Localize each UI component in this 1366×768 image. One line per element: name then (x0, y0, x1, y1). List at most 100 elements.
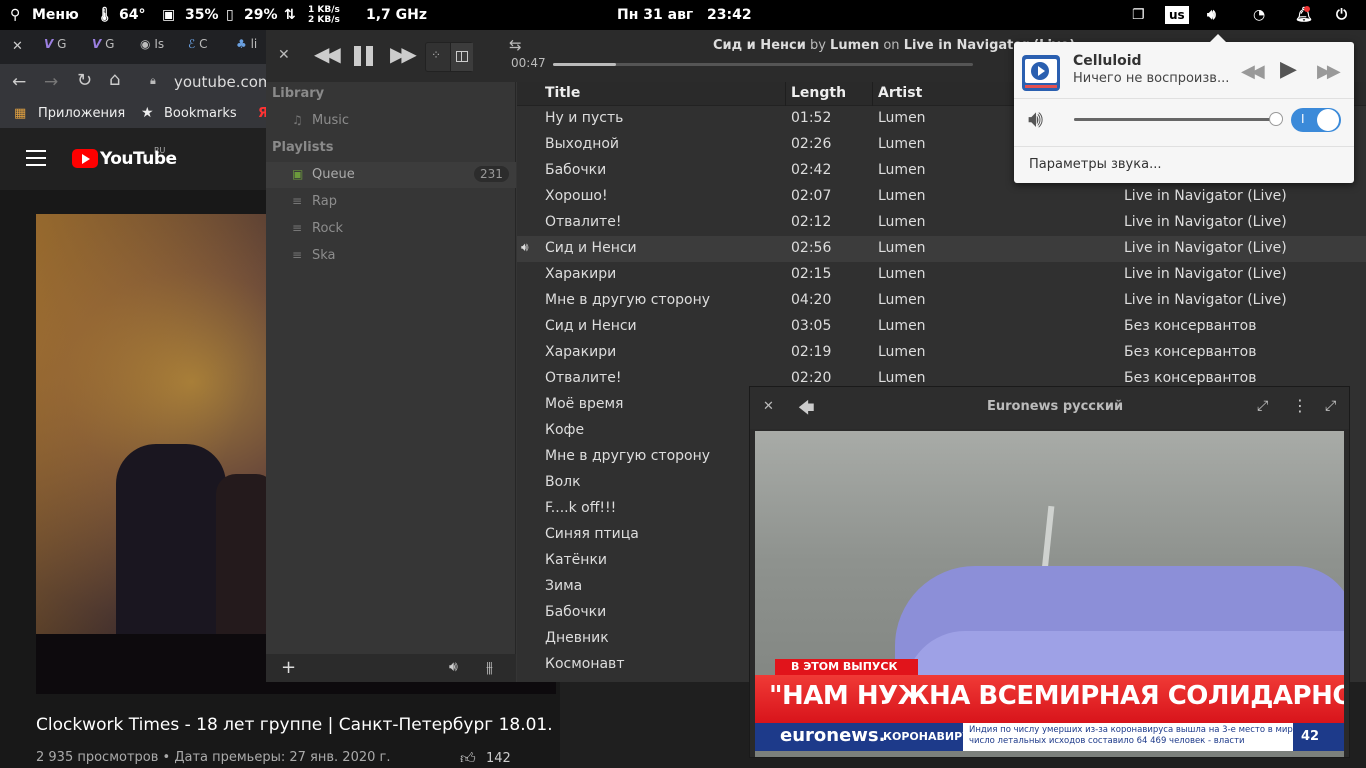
euronews-pip-window: ✕ 🡄 Euronews русский ⤢ ⋮ ⤢ В ЭТОМ ВЫПУСК… (749, 386, 1350, 758)
track-album: Без консервантов (1124, 318, 1257, 334)
grid-view-icon[interactable]: ⁘ (431, 48, 441, 62)
tab-2[interactable]: V G (92, 37, 114, 59)
pip-fullscreen-icon[interactable]: ⤢ (1325, 398, 1336, 414)
pip-menu-icon[interactable]: ⋮ (1292, 396, 1308, 415)
track-row[interactable]: Мне в другую сторону 04:20 Lumen Live in Na… (517, 288, 1366, 314)
sidebar-item-rap[interactable]: ≡ Rap (266, 189, 516, 215)
volume-icon[interactable]: 🔊︎ (449, 659, 458, 675)
battery-readout: 29% (244, 7, 278, 23)
sidebar-item-ska[interactable]: ≡ Ska (266, 243, 516, 269)
search-icon[interactable]: ⚲ (10, 0, 20, 30)
bookmark-apps[interactable]: Приложения (38, 106, 125, 121)
celluloid-play-icon[interactable]: ▶ (1280, 57, 1297, 82)
sidebar-item-queue[interactable]: ▣ Queue 231 (266, 162, 516, 188)
tab-4[interactable]: ℰ C (188, 37, 207, 59)
queue-icon: ▣ (292, 167, 304, 181)
track-album: Без консервантов (1124, 370, 1257, 386)
playlists-heading: Playlists (272, 140, 334, 155)
sound-toggle[interactable]: I (1291, 108, 1341, 132)
menu-button[interactable]: Меню (32, 0, 79, 30)
volume-slider[interactable] (1074, 112, 1283, 126)
volume-icon[interactable]: 🔊︎ (1207, 0, 1216, 30)
url-field[interactable]: youtube.com (174, 73, 273, 91)
list-view-icon[interactable] (450, 43, 473, 71)
tab-3[interactable]: ◉ Is (140, 37, 164, 59)
column-length[interactable]: Length (791, 85, 846, 101)
network-arrows-icon: ⇅ (284, 7, 296, 23)
track-title: Сид и Ненси (545, 318, 637, 334)
notification-dot (1304, 6, 1310, 12)
track-album: Live in Navigator (Live) (1124, 188, 1287, 204)
github-icon: ◉ (140, 37, 151, 51)
pip-resize-icon[interactable]: ⤢ (1257, 398, 1268, 414)
window-list-icon[interactable]: ❐ (1132, 0, 1145, 30)
temperature-readout: 64° (119, 7, 146, 23)
ticker-line-1: Индия по числу умерших из-за коронавирус… (969, 725, 1293, 735)
tab-5[interactable]: ♣ li (236, 37, 257, 59)
equalizer-icon[interactable]: ⫵ (486, 658, 493, 676)
cpu-readout: 35% (185, 7, 219, 23)
pause-icon[interactable] (354, 46, 374, 66)
back-icon[interactable]: ← (12, 72, 26, 92)
add-playlist-icon[interactable]: + (281, 657, 296, 678)
clock[interactable]: 23:42 (707, 0, 752, 30)
track-artist: Lumen (878, 318, 926, 334)
previous-track-icon[interactable]: ◀◀ (314, 42, 341, 66)
track-album: Без консервантов (1124, 344, 1257, 360)
sidebar-footer: + 🔊︎ ⫵ (266, 654, 516, 682)
close-icon[interactable]: ✕ (278, 47, 290, 63)
wifi-icon[interactable]: ◔ (1253, 0, 1265, 30)
track-row[interactable]: Харакири 02:15 Lumen Live in Navigator (Liv… (517, 262, 1366, 288)
tab-1[interactable]: V G (44, 37, 66, 59)
news-tag: В ЭТОМ ВЫПУСК (775, 659, 918, 675)
elapsed-time: 00:47 (511, 56, 546, 70)
celluloid-previous-icon[interactable]: ◀◀ (1241, 61, 1265, 82)
celluloid-next-icon[interactable]: ▶▶ (1317, 61, 1341, 82)
hamburger-menu-icon[interactable] (26, 150, 46, 166)
date[interactable]: Пн 31 авг (617, 0, 693, 30)
like-icon[interactable]: 👍︎ (460, 749, 476, 768)
lock-icon: 🔒︎ (150, 74, 156, 87)
reload-icon[interactable]: ↻ (77, 70, 92, 91)
sidebar-item-rock[interactable]: ≡ Rock (266, 216, 516, 242)
sound-settings-link[interactable]: Параметры звука... (1029, 157, 1161, 172)
bookmark-folder[interactable]: Bookmarks (164, 106, 237, 121)
track-length: 02:15 (791, 266, 832, 282)
column-title[interactable]: Title (545, 85, 580, 101)
pip-close-icon[interactable]: ✕ (763, 399, 774, 414)
forward-icon[interactable]: → (44, 72, 58, 92)
track-row[interactable]: Отвалите! 02:12 Lumen Live in Navigator (Li… (517, 210, 1366, 236)
next-track-icon[interactable]: ▶▶ (390, 42, 417, 66)
track-row[interactable]: Сид и Ненси 03:05 Lumen Без консервантов (517, 314, 1366, 340)
pip-back-icon[interactable]: 🡄 (798, 397, 815, 424)
volume-knob[interactable] (1268, 112, 1283, 126)
toggle-label: I (1301, 112, 1305, 126)
close-tab-icon[interactable]: ✕ (12, 39, 23, 54)
cpu-icon: ▣ (162, 7, 176, 23)
network-speed: 1 KB/s 2 KB/s (308, 5, 340, 25)
top-panel: ⚲ Меню 🌡︎ 64° ▣ 35% ▯ 29% ⇅ 1 KB/s 2 KB/… (0, 0, 1366, 30)
track-row[interactable]: Хорошо! 02:07 Lumen Live in Navigator (Live… (517, 184, 1366, 210)
track-title: Синяя птица (545, 526, 639, 542)
track-length: 03:05 (791, 318, 832, 334)
battery-icon: ▯ (226, 7, 234, 23)
track-row[interactable]: 🔊︎ Сид и Ненси 02:56 Lumen Live in Navigator… (517, 236, 1366, 262)
shuffle-icon[interactable]: ⇆ (509, 36, 522, 54)
euronews-video[interactable]: В ЭТОМ ВЫПУСК "НАМ НУЖНА ВСЕМИРНАЯ СОЛИД… (755, 431, 1344, 757)
keyboard-layout[interactable]: us (1165, 6, 1189, 24)
home-icon[interactable]: ⌂ (109, 69, 120, 90)
power-icon[interactable]: ⏻ (1336, 0, 1347, 30)
youtube-logo-icon[interactable] (72, 149, 98, 168)
track-row[interactable]: Харакири 02:19 Lumen Без консервантов (517, 340, 1366, 366)
playlist-icon: ≡ (292, 194, 303, 208)
sidebar-item-music[interactable]: ♫ Music (266, 108, 516, 134)
video-title[interactable]: Clockwork Times - 18 лет группе | Санкт-… (36, 715, 551, 735)
tab-label: li (250, 37, 258, 51)
column-artist[interactable]: Artist (878, 85, 922, 101)
notification-icon[interactable]: 🔔︎ (1295, 0, 1313, 30)
site-icon: ♣ (236, 37, 247, 51)
volume-level (1074, 118, 1276, 121)
track-title: Дневник (545, 630, 609, 646)
track-title: Отвалите! (545, 214, 622, 230)
seek-bar[interactable] (553, 63, 973, 66)
